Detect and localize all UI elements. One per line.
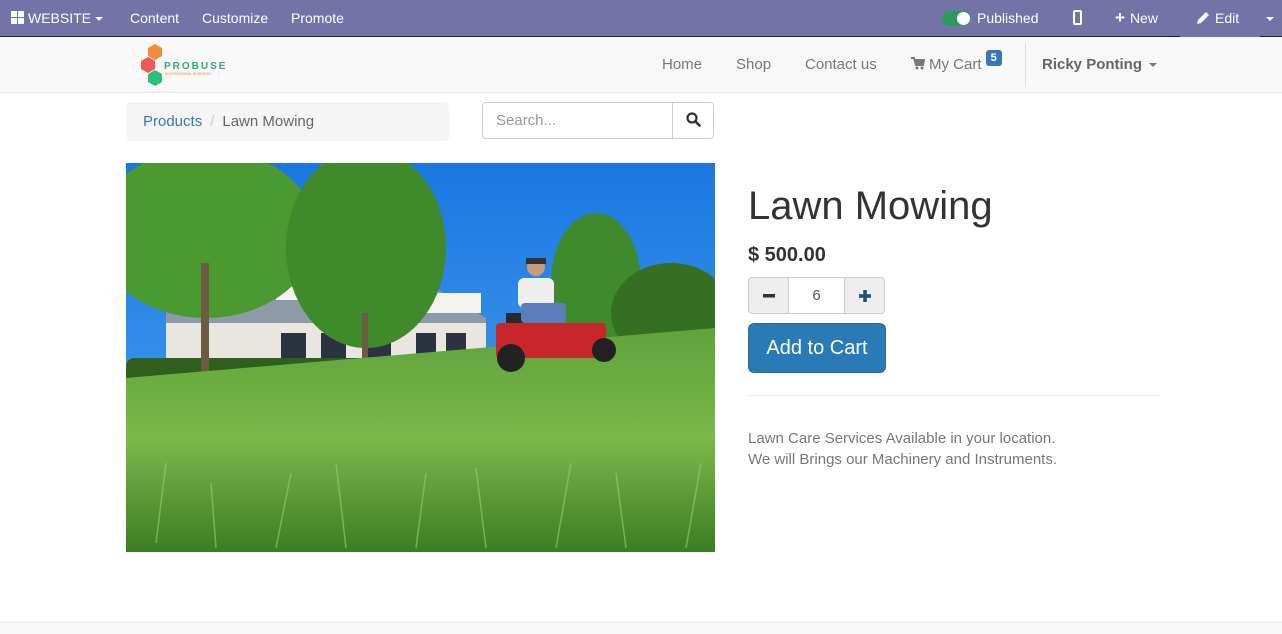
promote-menu[interactable]: Promote (291, 0, 344, 36)
published-toggle[interactable]: Published (942, 0, 1039, 36)
product-price: $ 500.00 (748, 244, 826, 266)
website-admin-bar: WEBSITE Content Customize Promote Publis… (0, 0, 1282, 37)
apps-grid-icon (11, 11, 24, 24)
lawn-mowing-photo (126, 163, 715, 552)
probuse-logo[interactable]: PROBUSE PROFESSIONAL BUSINESS (140, 43, 230, 87)
decrease-quantity-button[interactable] (748, 277, 789, 314)
breadcrumb-current: Lawn Mowing (222, 113, 315, 130)
minus-icon (762, 293, 775, 297)
cart-count-badge: 5 (985, 50, 1002, 66)
content-menu[interactable]: Content (130, 0, 179, 36)
breadcrumb-products-link[interactable]: Products (143, 113, 202, 130)
caret-down-icon (1266, 17, 1274, 22)
nav-my-cart[interactable]: My Cart 5 (911, 37, 1002, 93)
nav-contact[interactable]: Contact us (805, 37, 877, 93)
breadcrumb: Products / Lawn Mowing (126, 102, 449, 141)
pencil-icon (1197, 12, 1209, 24)
user-name: Ricky Ponting (1042, 56, 1143, 73)
search-input[interactable] (482, 102, 673, 139)
new-label: New (1129, 10, 1158, 26)
caret-down-icon (95, 17, 104, 22)
plus-icon: + (1115, 8, 1125, 27)
website-menu-label: WEBSITE (28, 10, 92, 26)
quantity-input[interactable] (788, 277, 845, 314)
cart-label: My Cart (929, 56, 982, 73)
description-line: Lawn Care Services Available in your loc… (748, 430, 1056, 447)
product-title: Lawn Mowing (748, 184, 993, 228)
breadcrumb-separator: / (210, 113, 215, 130)
add-to-cart-button[interactable]: Add to Cart (748, 323, 886, 373)
svg-text:PROFESSIONAL BUSINESS: PROFESSIONAL BUSINESS (165, 72, 211, 76)
new-button[interactable]: + New (1115, 0, 1158, 36)
increase-quantity-button[interactable] (844, 277, 885, 314)
customize-menu[interactable]: Customize (202, 0, 268, 36)
edit-label: Edit (1215, 10, 1240, 26)
divider (748, 395, 1160, 396)
nav-shop[interactable]: Shop (736, 37, 771, 93)
plus-icon (858, 289, 871, 302)
svg-text:PROBUSE: PROBUSE (164, 61, 227, 72)
caret-down-icon (1149, 63, 1158, 68)
logo-hexagons-icon: PROBUSE PROFESSIONAL BUSINESS (141, 44, 227, 86)
search-icon (685, 111, 701, 127)
nav-home[interactable]: Home (662, 37, 702, 93)
toggle-switch-icon (942, 11, 971, 26)
product-description: Lawn Care Services Available in your loc… (748, 428, 1057, 470)
website-menu[interactable]: WEBSITE (11, 0, 104, 36)
search-form (482, 102, 714, 139)
product-image (126, 163, 715, 552)
nav-divider (1025, 43, 1026, 87)
shopping-cart-icon (911, 57, 926, 70)
user-menu[interactable]: Ricky Ponting (1042, 37, 1158, 93)
published-label: Published (977, 10, 1039, 26)
site-header: PROBUSE PROFESSIONAL BUSINESS Home Shop … (0, 37, 1282, 93)
footer (0, 622, 1282, 634)
mobile-phone-icon (1073, 10, 1082, 25)
description-line: We will Brings our Machinery and Instrum… (748, 451, 1058, 468)
quantity-stepper (748, 277, 885, 314)
edit-dropdown-toggle[interactable] (1262, 0, 1274, 36)
search-button[interactable] (672, 102, 714, 139)
edit-button[interactable]: Edit (1196, 0, 1239, 36)
mobile-preview-button[interactable] (1073, 0, 1082, 36)
